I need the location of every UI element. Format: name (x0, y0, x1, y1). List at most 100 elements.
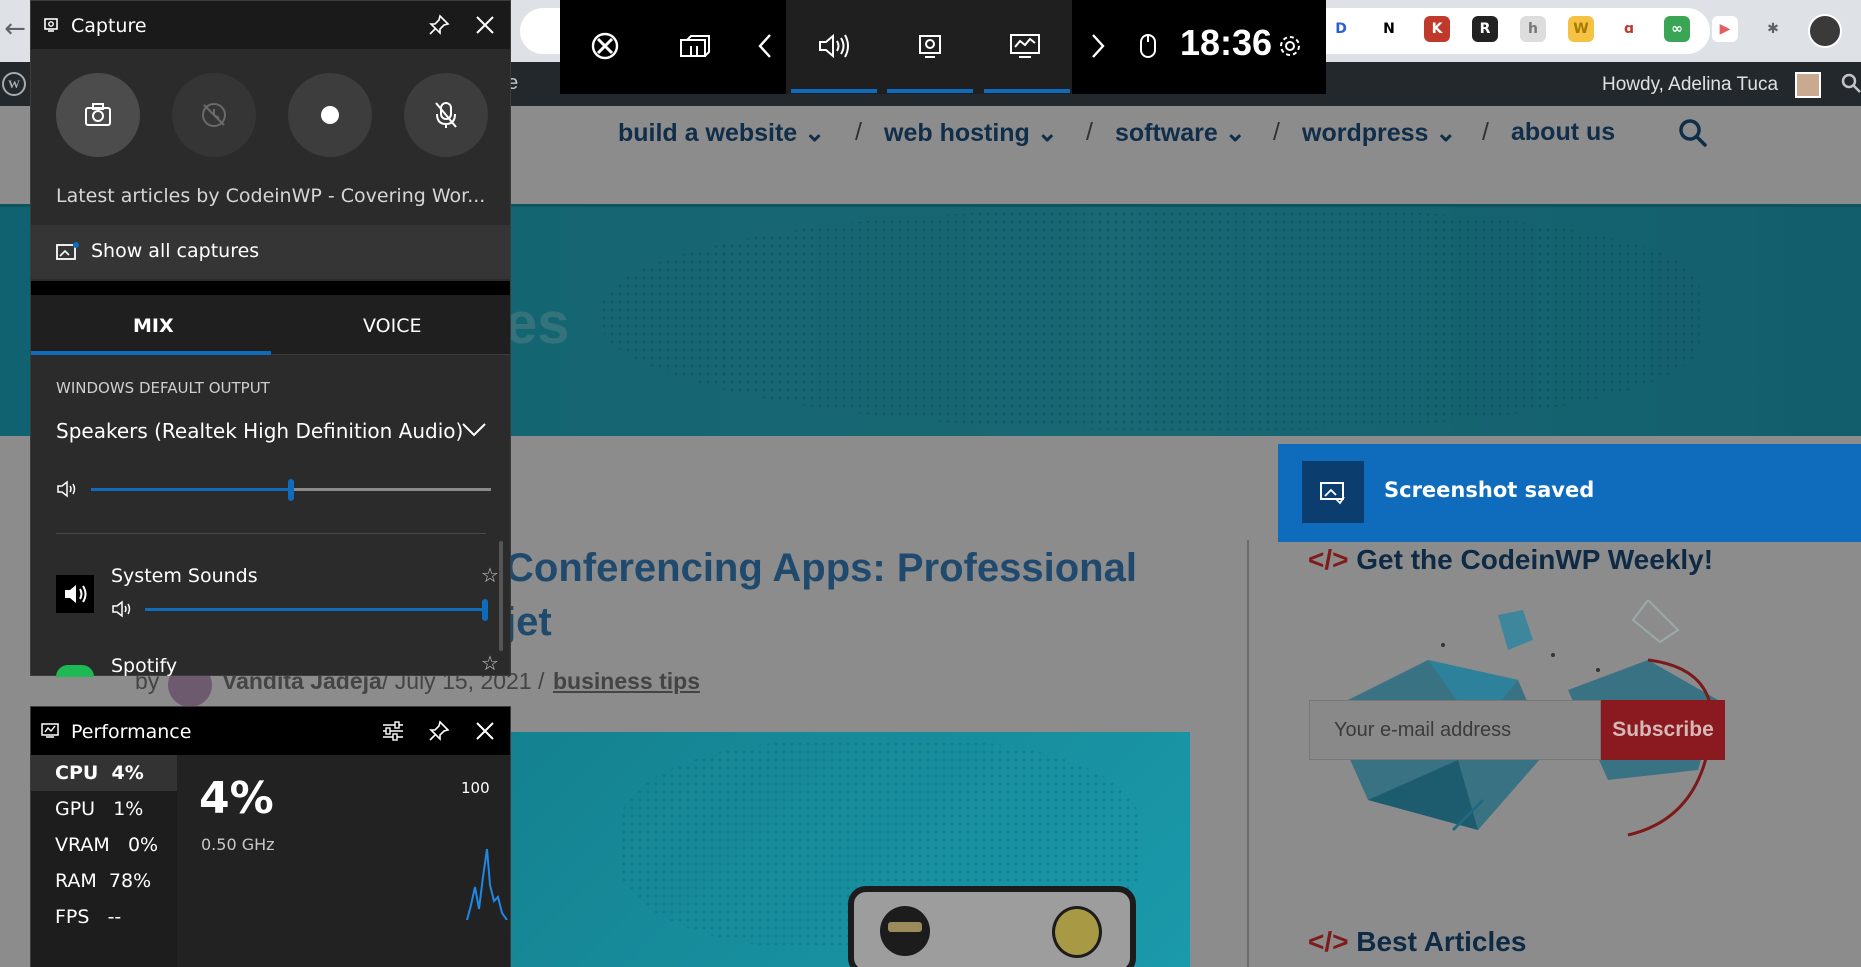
metric-value: 1% (113, 798, 144, 820)
extension-icon[interactable]: h (1520, 16, 1546, 42)
graph-scale-max: 100 (461, 779, 490, 797)
slider-fill (91, 488, 291, 491)
tab-mix-indicator (31, 351, 271, 355)
system-sounds-icon (56, 575, 94, 613)
metric-label: FPS (55, 906, 90, 928)
email-field[interactable]: Your e-mail address (1309, 700, 1601, 760)
pin-icon[interactable] (425, 11, 453, 39)
performance-header: Performance (31, 707, 510, 755)
screenshot-saved-toast[interactable]: Screenshot saved (1278, 444, 1861, 542)
chevron-left-icon[interactable] (745, 26, 785, 66)
system-sounds-volume-slider[interactable] (145, 597, 488, 623)
capture-icon[interactable] (910, 26, 950, 66)
speaker-icon[interactable] (56, 479, 80, 503)
newsletter-title: </> Get the CodeinWP Weekly! (1308, 544, 1713, 576)
output-section-label: WINDOWS DEFAULT OUTPUT (56, 379, 270, 397)
metric-label: CPU (55, 762, 99, 784)
xbox-icon[interactable] (585, 26, 625, 66)
close-icon[interactable] (471, 11, 499, 39)
favorite-star-icon[interactable]: ☆ (481, 651, 499, 675)
user-avatar[interactable] (1795, 72, 1821, 98)
slider-thumb[interactable] (288, 479, 294, 501)
code-tag-icon: </> (1308, 926, 1349, 957)
extension-icon[interactable]: W (1568, 16, 1594, 42)
metric-ram[interactable]: RAM 78% (31, 863, 177, 899)
metric-value: 78% (108, 870, 152, 892)
output-device-select[interactable]: Speakers (Realtek High Definition Audio) (56, 419, 463, 443)
metric-vram[interactable]: VRAM 0% (31, 827, 177, 863)
extension-icon[interactable]: D (1328, 16, 1354, 42)
back-button[interactable]: ← (2, 14, 28, 44)
microphone-off-button[interactable] (404, 73, 488, 157)
article-title[interactable]: Conferencing Apps: Professional (505, 546, 1137, 591)
show-all-captures-label: Show all captures (91, 240, 260, 262)
extension-icon[interactable]: ▶ (1712, 16, 1738, 42)
record-button[interactable] (288, 73, 372, 157)
cpu-usage-value: 4% (199, 773, 274, 824)
metric-label: RAM (55, 870, 97, 892)
tab-voice[interactable]: VOICE (363, 315, 422, 337)
article-title-continued[interactable]: jet (505, 600, 552, 645)
performance-icon[interactable] (1005, 26, 1045, 66)
toast-message: Screenshot saved (1384, 478, 1595, 502)
pin-icon[interactable] (425, 717, 453, 745)
gallery-icon (55, 241, 79, 267)
slider-fill (145, 608, 485, 611)
newsletter-title-text: Get the CodeinWP Weekly! (1356, 544, 1714, 575)
cpu-usage-line (466, 848, 508, 920)
audio-tabs: MIX VOICE (31, 295, 510, 355)
chevron-right-icon[interactable] (1078, 26, 1118, 66)
show-all-captures-button[interactable]: Show all captures (31, 225, 510, 279)
chevron-down-icon[interactable] (461, 421, 487, 443)
performance-metric-list: CPU 4% GPU 1% VRAM 0% RAM 78% FPS -- (31, 755, 177, 967)
speaker-icon[interactable] (111, 599, 135, 623)
admin-search-icon[interactable] (1840, 72, 1861, 94)
widget-separator (31, 281, 510, 295)
spotify-label: Spotify (111, 655, 178, 677)
mix-divider (56, 533, 486, 534)
performance-widget: Performance CPU 4% GPU 1% VRAM 0% RAM 78… (30, 706, 511, 967)
audio-icon[interactable] (813, 26, 853, 66)
wordpress-logo[interactable]: W (2, 72, 26, 96)
capture-title: Capture (71, 15, 147, 37)
options-sliders-icon[interactable] (379, 717, 407, 745)
metric-value: 4% (111, 762, 144, 784)
code-tag-icon: </> (1308, 544, 1349, 575)
gallery-icon (1302, 461, 1364, 523)
record-last-30s-button[interactable] (172, 73, 256, 157)
category-link[interactable]: business tips (553, 668, 700, 695)
capture-widget: Capture Latest articles by CodeinWP - Co… (30, 0, 511, 677)
audio-active-indicator (791, 89, 877, 93)
extension-icon[interactable]: N (1376, 16, 1402, 42)
metric-cpu[interactable]: CPU 4% (31, 755, 177, 791)
capture-target-title: Latest articles by CodeinWP - Covering W… (56, 185, 486, 207)
mouse-icon[interactable] (1128, 26, 1168, 66)
system-sounds-label: System Sounds (111, 565, 258, 587)
subscribe-button[interactable]: Subscribe (1601, 700, 1725, 760)
extension-icon[interactable]: ∞ (1664, 16, 1690, 42)
metric-label: GPU (55, 798, 96, 820)
metric-label: VRAM (55, 834, 110, 856)
settings-icon[interactable] (1270, 26, 1310, 66)
extension-icon[interactable]: ɑ (1616, 16, 1642, 42)
spotify-icon (56, 665, 94, 677)
metric-gpu[interactable]: GPU 1% (31, 791, 177, 827)
extension-icon[interactable]: R (1472, 16, 1498, 42)
howdy-user-label[interactable]: Howdy, Adelina Tuca (1602, 74, 1778, 96)
master-volume-slider[interactable] (91, 477, 491, 503)
widget-menu-icon[interactable] (675, 26, 715, 66)
metric-fps[interactable]: FPS -- (31, 899, 177, 935)
user-illustration (1052, 906, 1102, 958)
profile-avatar[interactable] (1808, 14, 1842, 48)
capture-widget-icon (43, 17, 59, 37)
scrollbar[interactable] (499, 541, 503, 651)
ninja-eyes (888, 922, 922, 932)
tab-mix[interactable]: MIX (133, 315, 174, 337)
performance-title: Performance (71, 721, 192, 743)
extension-icon[interactable]: K (1424, 16, 1450, 42)
favorite-star-icon[interactable]: ☆ (481, 563, 499, 587)
close-icon[interactable] (471, 717, 499, 745)
slider-thumb[interactable] (482, 599, 488, 621)
extension-icon[interactable]: ✱ (1760, 16, 1786, 42)
screenshot-button[interactable] (56, 73, 140, 157)
